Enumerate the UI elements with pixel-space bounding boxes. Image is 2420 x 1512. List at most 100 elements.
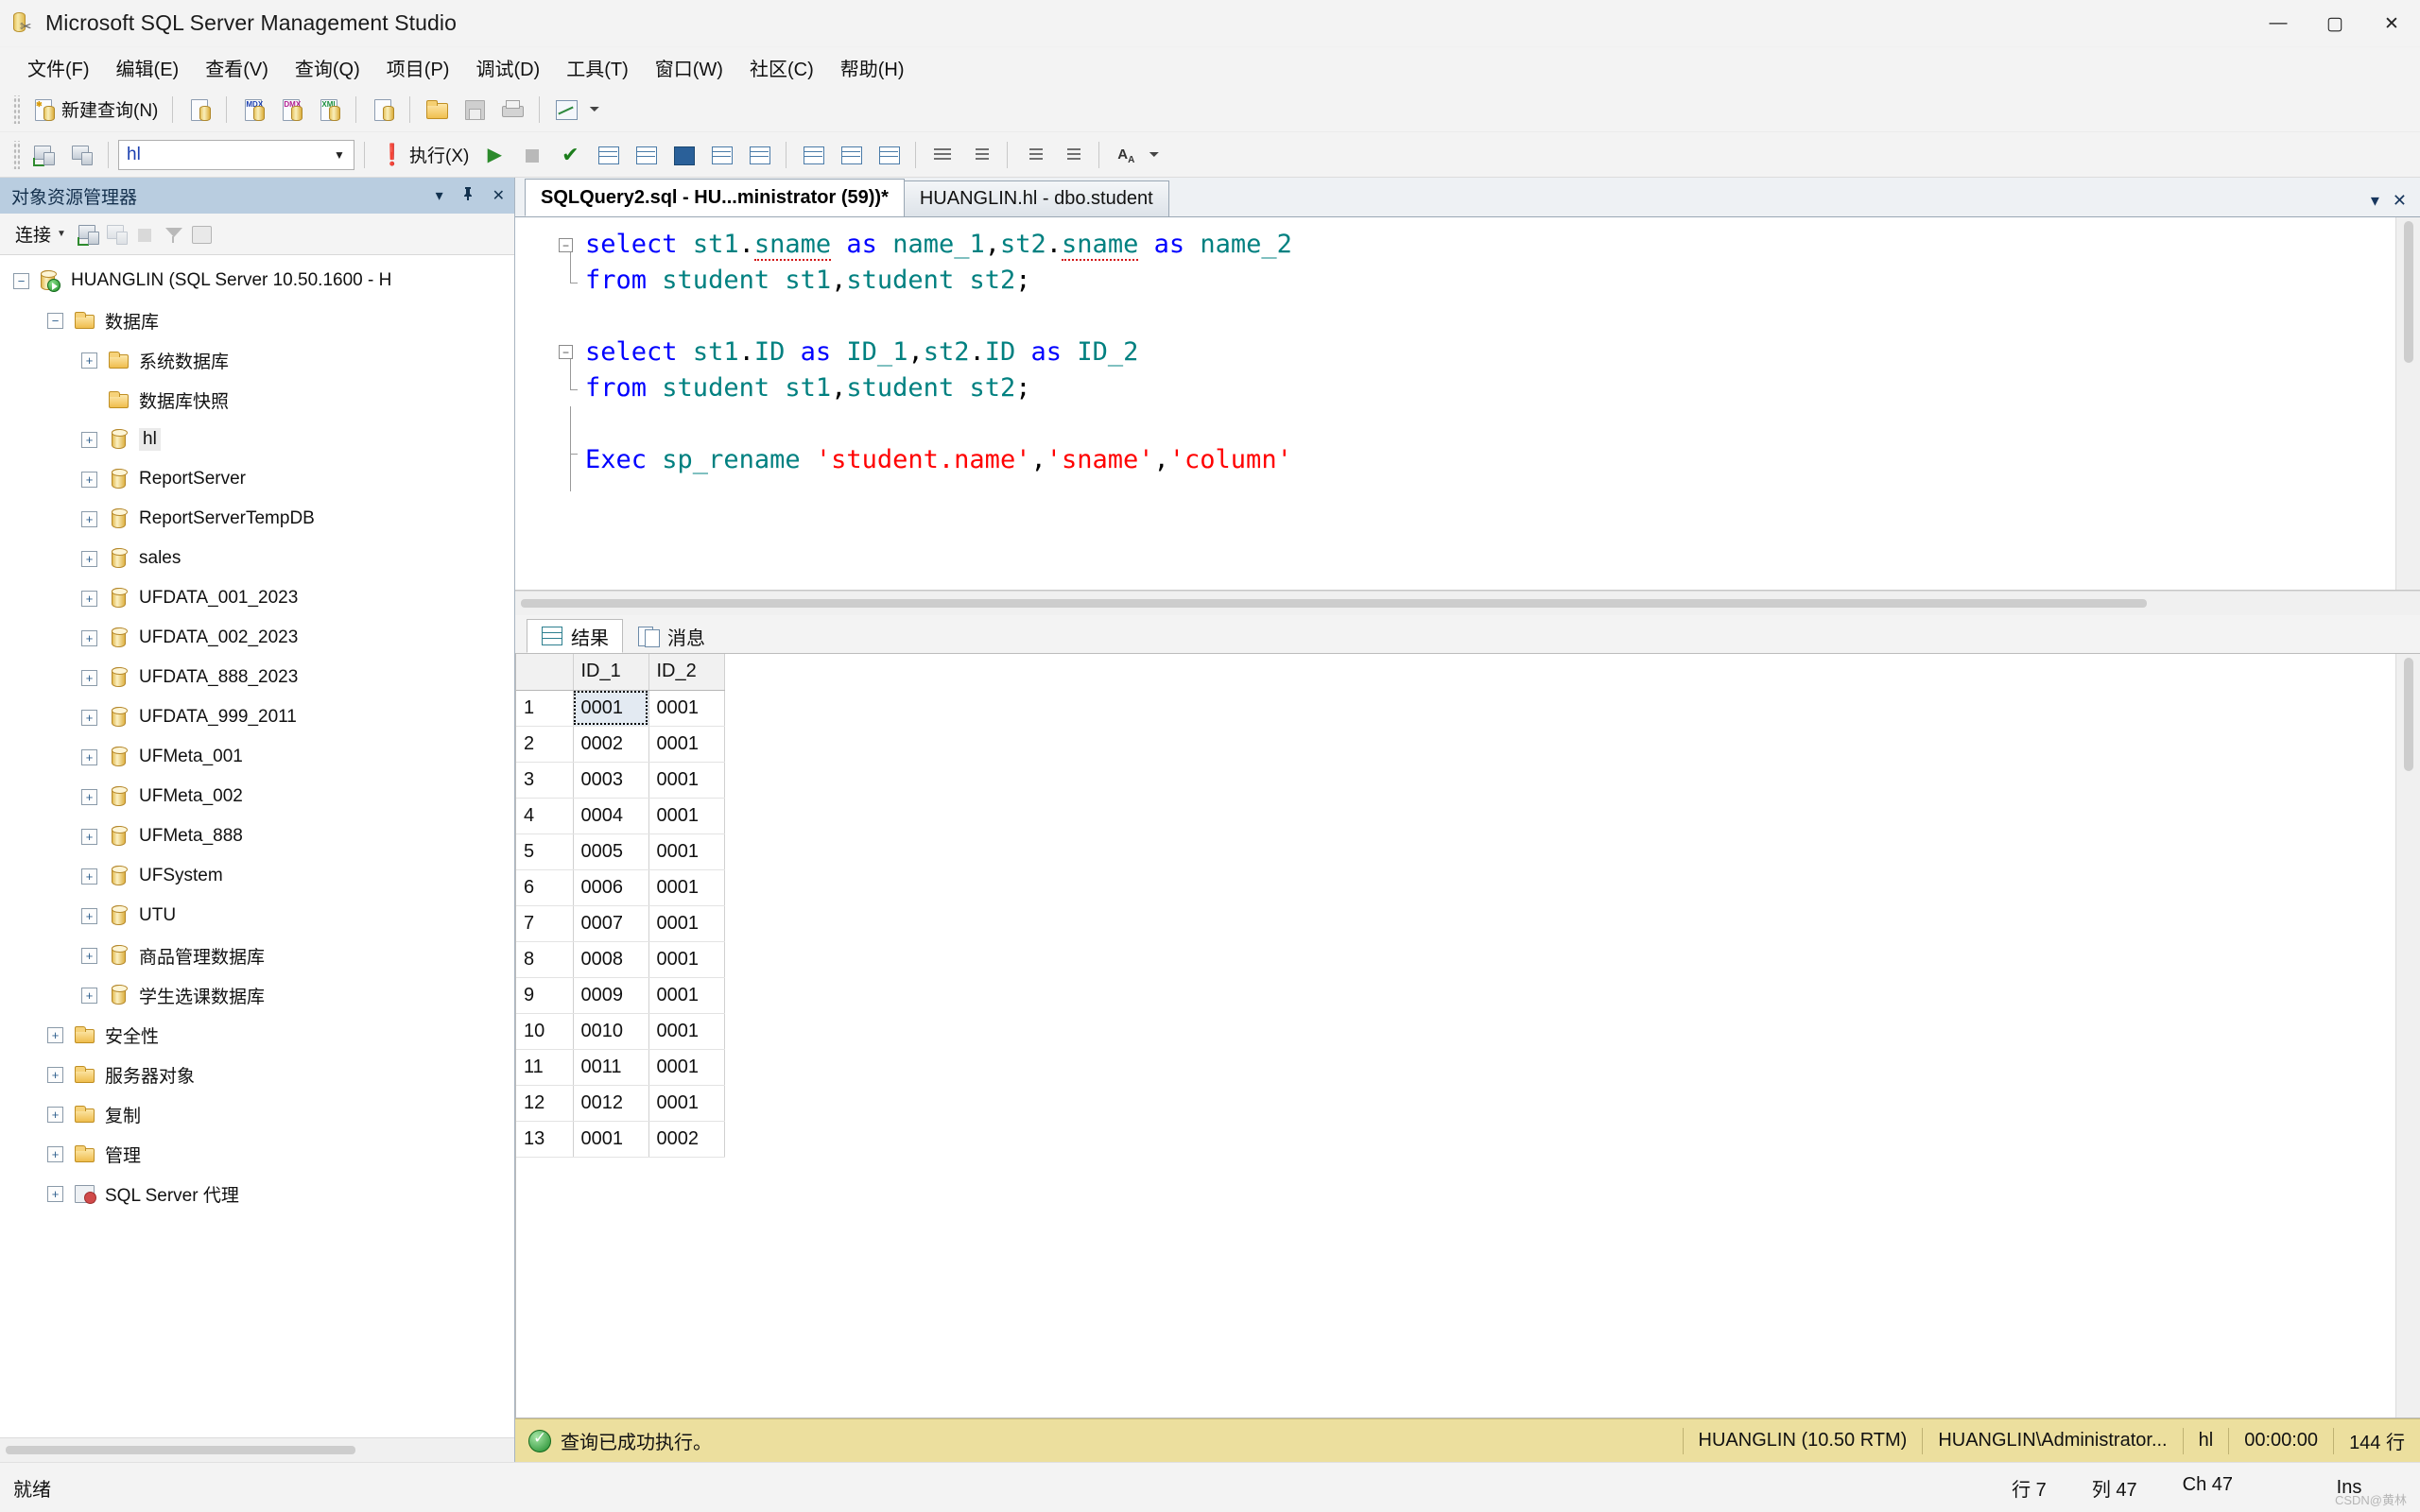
tree-node-db-utu[interactable]: + UTU [0, 896, 514, 936]
cell-id_2[interactable]: 0001 [648, 798, 725, 834]
cell-id_2[interactable]: 0001 [648, 1085, 725, 1122]
collapse-icon[interactable]: − [13, 272, 29, 289]
table-row[interactable]: 2 0002 0001 [516, 726, 725, 763]
tab-dbo-student[interactable]: HUANGLIN.hl - dbo.student [903, 180, 1169, 216]
cell-id_1[interactable]: 0005 [573, 833, 649, 870]
expand-icon[interactable]: + [81, 748, 97, 765]
cell-id_1[interactable]: 0002 [573, 726, 649, 763]
table-row[interactable]: 1 0001 0001 [516, 690, 725, 727]
scrollbar-thumb[interactable] [2404, 658, 2413, 771]
activity-monitor-button[interactable] [547, 92, 585, 128]
include-client-statistics-button[interactable] [832, 137, 870, 173]
sqlcmd-mode-button[interactable] [870, 137, 908, 173]
editor-code-area[interactable]: select st1.sname as name_1,st2.sname as … [585, 217, 2420, 590]
chevron-down-icon[interactable]: ▼ [329, 141, 350, 169]
tree-node-databases[interactable]: − 数据库 [0, 301, 514, 340]
table-row[interactable]: 11 0011 0001 [516, 1049, 725, 1086]
cell-id_2[interactable]: 0001 [648, 977, 725, 1014]
menu-view[interactable]: 查看(V) [193, 49, 281, 86]
editor-fold-margin[interactable]: − − [559, 217, 585, 590]
table-row[interactable]: 8 0008 0001 [516, 941, 725, 978]
row-number-cell[interactable]: 6 [516, 869, 574, 906]
cell-id_2[interactable]: 0001 [648, 726, 725, 763]
row-number-cell[interactable]: 8 [516, 941, 574, 978]
font-size-button[interactable]: AA [1107, 137, 1145, 173]
cell-id_2[interactable]: 0001 [648, 690, 725, 727]
tree-node-server[interactable]: − HUANGLIN (SQL Server 10.50.1600 - H [0, 261, 514, 301]
debug-button[interactable]: ▶ [475, 137, 513, 173]
tab-results[interactable]: 结果 [527, 619, 623, 653]
expand-icon[interactable]: + [81, 590, 97, 607]
query-options-button[interactable] [627, 137, 665, 173]
scrollbar-thumb[interactable] [521, 599, 2147, 608]
filter-icon[interactable] [161, 222, 185, 247]
dmx-query-button[interactable]: DMX [272, 92, 310, 128]
menu-community[interactable]: 社区(C) [737, 49, 826, 86]
menu-debug[interactable]: 调试(D) [463, 49, 552, 86]
cell-id_2[interactable]: 0001 [648, 833, 725, 870]
expand-icon[interactable]: + [81, 709, 97, 726]
menu-file[interactable]: 文件(F) [15, 49, 102, 86]
tree-node-sql-server-agent[interactable]: + SQL Server 代理 [0, 1174, 514, 1213]
cell-id_2[interactable]: 0001 [648, 941, 725, 978]
table-row[interactable]: 4 0004 0001 [516, 798, 725, 834]
tree-node-db-ufmeta-002[interactable]: + UFMeta_002 [0, 777, 514, 816]
tree-node-db-reportservertempdb[interactable]: + ReportServerTempDB [0, 499, 514, 539]
results-to-file-button[interactable] [740, 137, 778, 173]
close-icon[interactable]: ✕ [489, 184, 509, 207]
open-file-button[interactable] [418, 92, 456, 128]
cell-id_1[interactable]: 0004 [573, 798, 649, 834]
display-estimated-plan-button[interactable] [589, 137, 627, 173]
scrollbar-thumb[interactable] [6, 1446, 355, 1454]
expand-icon[interactable]: + [81, 550, 97, 567]
table-row[interactable]: 13 0001 0002 [516, 1121, 725, 1158]
toolbar-overflow-button-2[interactable]: ⏷ [1145, 137, 1163, 173]
tree-node-server-objects[interactable]: + 服务器对象 [0, 1055, 514, 1094]
decrease-indent-button[interactable] [1015, 137, 1053, 173]
close-button[interactable]: ✕ [2363, 0, 2420, 47]
cell-id_1[interactable]: 0001 [573, 690, 649, 727]
object-explorer-tree[interactable]: − HUANGLIN (SQL Server 10.50.1600 - H − 数据库… [0, 255, 514, 1437]
tree-node-db-ufdata-999-2011[interactable]: + UFDATA_999_2011 [0, 697, 514, 737]
editor-vscrollbar[interactable] [2395, 217, 2420, 590]
toolbar-overflow-button[interactable]: ⏷ [585, 92, 603, 128]
execute-button[interactable]: ❗ 执行(X) [372, 137, 475, 173]
tree-node-system-databases[interactable]: + 系统数据库 [0, 340, 514, 380]
tree-node-db-reportserver[interactable]: + ReportServer [0, 459, 514, 499]
maximize-button[interactable]: ▢ [2307, 0, 2363, 47]
expand-icon[interactable]: + [81, 788, 97, 805]
tree-node-db-ufmeta-888[interactable]: + UFMeta_888 [0, 816, 514, 856]
cell-id_1[interactable]: 0008 [573, 941, 649, 978]
expand-icon[interactable]: + [47, 1185, 63, 1202]
expand-icon[interactable]: + [81, 629, 97, 646]
comment-button[interactable] [924, 137, 961, 173]
print-button[interactable] [493, 92, 531, 128]
row-number-cell[interactable]: 7 [516, 905, 574, 942]
expand-icon[interactable]: + [81, 352, 97, 369]
fold-box-1[interactable]: − [559, 238, 573, 252]
menu-edit[interactable]: 编辑(E) [104, 49, 192, 86]
minimize-button[interactable]: — [2250, 0, 2307, 47]
scrollbar-thumb[interactable] [2404, 221, 2413, 363]
menu-help[interactable]: 帮助(H) [828, 49, 917, 86]
row-number-cell[interactable]: 3 [516, 762, 574, 799]
cell-id_2[interactable]: 0001 [648, 1049, 725, 1086]
tree-node-db-hl[interactable]: + hl [0, 420, 514, 459]
cell-id_2[interactable]: 0001 [648, 905, 725, 942]
tree-node-db-ufdata-002-2023[interactable]: + UFDATA_002_2023 [0, 618, 514, 658]
expand-icon[interactable]: + [81, 431, 97, 448]
disconnect-object-explorer-icon[interactable]: ✕ [104, 222, 129, 247]
cell-id_2[interactable]: 0001 [648, 869, 725, 906]
table-row[interactable]: 9 0009 0001 [516, 977, 725, 1014]
pin-icon[interactable] [457, 184, 479, 208]
expand-icon[interactable]: + [81, 510, 97, 527]
table-row[interactable]: 6 0006 0001 [516, 869, 725, 906]
expand-icon[interactable]: + [81, 947, 97, 964]
toolbar-grip[interactable] [12, 140, 20, 169]
include-actual-plan-button[interactable] [794, 137, 832, 173]
tree-node-database-snapshots[interactable]: 数据库快照 [0, 380, 514, 420]
results-vscrollbar[interactable] [2395, 654, 2420, 1418]
row-number-cell[interactable]: 11 [516, 1049, 574, 1086]
mdx-query-button[interactable]: MDX [234, 92, 272, 128]
increase-indent-button[interactable] [1053, 137, 1091, 173]
